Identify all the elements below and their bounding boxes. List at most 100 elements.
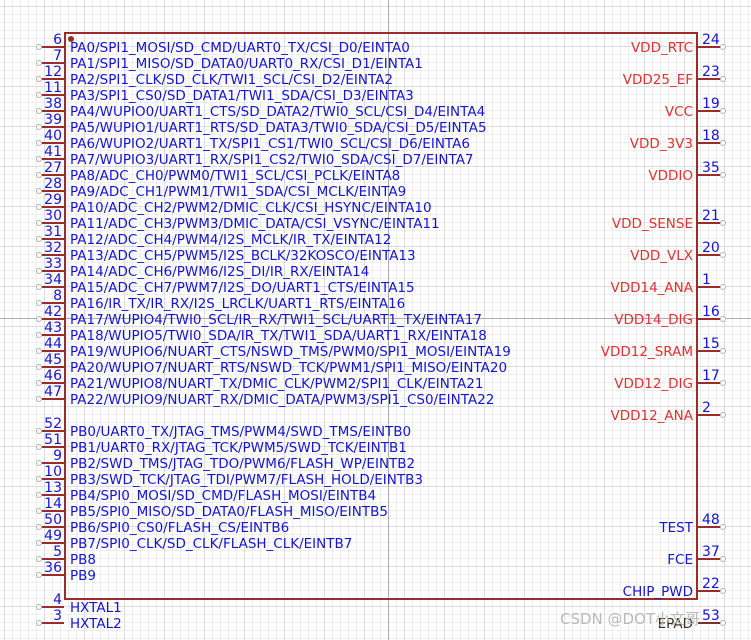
pin-endpoint[interactable] xyxy=(720,140,726,146)
pin-label: PB0/UART0_TX/JTAG_TMS/PWM4/SWD_TMS/EINTB… xyxy=(70,424,412,440)
pin-number: 3 xyxy=(53,608,62,624)
pin-label: PA3/SPI1_CS0/SD_DATA1/TWI1_SDA/CSI_D3/EI… xyxy=(70,88,414,104)
pin-number: 22 xyxy=(702,576,720,592)
pin-label: PA2/SPI1_CLK/SD_CLK/TWI1_SCL/CSI_D2/EINT… xyxy=(70,72,393,88)
pin-number: 20 xyxy=(702,240,720,256)
pin-label: PA16/IR_TX/IR_RX/I2S_LRCLK/UART1_RTS/EIN… xyxy=(70,296,406,312)
pin-endpoint[interactable] xyxy=(720,172,726,178)
pin-endpoint[interactable] xyxy=(720,556,726,562)
pin-label: VDD_RTC xyxy=(630,40,693,56)
pin-number: 6 xyxy=(53,32,62,48)
pin-number: 4 xyxy=(53,592,62,608)
pin-label: PB2/SWD_TMS/JTAG_TDO/PWM6/FLASH_WP/EINTB… xyxy=(70,456,416,472)
pin-label: PA13/ADC_CH5/PWM5/I2S_BCLK/32KOSCO/EINTA… xyxy=(70,248,416,264)
pin-label: VDD_SENSE xyxy=(611,216,693,232)
pin-endpoint[interactable] xyxy=(720,348,726,354)
pin-number: 27 xyxy=(44,160,62,176)
pin-endpoint[interactable] xyxy=(720,412,726,418)
pin-label: PA11/ADC_CH3/PWM3/DMIC_DATA/CSI_VSYNC/EI… xyxy=(70,216,440,232)
pin-number: 35 xyxy=(702,160,720,176)
pin-number: 52 xyxy=(44,416,62,432)
pin-label: VDD14_DIG xyxy=(614,312,693,328)
pin-label: VDD_VLX xyxy=(630,248,693,264)
pin-number: 45 xyxy=(44,352,62,368)
pin-label: PA20/WUPIO7/NUART_RTS/NSWD_TCK/PWM1/SPI1… xyxy=(70,360,508,376)
pin-number: 24 xyxy=(702,32,720,48)
pin-label: PB6/SPI0_CS0/FLASH_CS/EINTB6 xyxy=(70,520,290,536)
pin-label: PA12/ADC_CH4/PWM4/I2S_MCLK/IR_TX/EINTA12 xyxy=(70,232,392,248)
pin-endpoint[interactable] xyxy=(720,284,726,290)
pin-label: PA1/SPI1_MISO/SD_DATA0/UART0_RX/CSI_D1/E… xyxy=(70,56,423,72)
pin-label: PA18/WUPIO5/TWI0_SDA/IR_TX/TWI1_SDA/UART… xyxy=(70,328,487,344)
pin-label: PA19/WUPIO6/NUART_CTS/NSWD_TMS/PWM0/SPI1… xyxy=(70,344,511,360)
pin-label: PB8 xyxy=(70,552,96,568)
pin-number: 37 xyxy=(702,544,720,560)
schematic-canvas: 6 PA0/SPI1_MOSI/SD_CMD/UART0_TX/CSI_D0/EI… xyxy=(0,0,751,640)
pin-number: 8 xyxy=(53,288,62,304)
pin-number: 34 xyxy=(44,272,62,288)
pin-number: 53 xyxy=(702,608,720,624)
pin-label: PA17/WUPIO4/TWI0_SCL/IR_RX/TWI1_SCL/UART… xyxy=(70,312,482,328)
pin-label: TEST xyxy=(659,520,693,536)
pin-endpoint[interactable] xyxy=(720,316,726,322)
pin-endpoint[interactable] xyxy=(720,380,726,386)
pin-number: 10 xyxy=(44,464,62,480)
pin-label: VDD_3V3 xyxy=(629,136,693,152)
pin-number: 21 xyxy=(702,208,720,224)
pin-label: PB4/SPI0_MOSI/SD_CMD/FLASH_MOSI/EINTB4 xyxy=(70,488,377,504)
pin-number: 38 xyxy=(44,96,62,112)
pin-number: 48 xyxy=(702,512,720,528)
pin-endpoint[interactable] xyxy=(720,108,726,114)
pin-number: 41 xyxy=(44,144,62,160)
pin-number: 47 xyxy=(44,384,62,400)
pin-label: PA6/WUPIO2/UART1_TX/SPI1_CS1/TWI0_SCL/CS… xyxy=(70,136,470,152)
pin-number: 14 xyxy=(44,496,62,512)
pin-number: 1 xyxy=(702,272,711,288)
pin-endpoint[interactable] xyxy=(720,588,726,594)
pin-endpoint[interactable] xyxy=(720,252,726,258)
pin-number: 28 xyxy=(44,176,62,192)
pin-label: VDD14_ANA xyxy=(610,280,693,296)
pin-label: FCE xyxy=(667,552,693,568)
pin-label: HXTAL2 xyxy=(70,616,122,632)
pin-number: 15 xyxy=(702,336,720,352)
pin-number: 17 xyxy=(702,368,720,384)
pin-number: 42 xyxy=(44,304,62,320)
pin-label: PA21/WUPIO8/NUART_TX/DMIC_CLK/PWM2/SPI1_… xyxy=(70,376,484,392)
pin-number: 5 xyxy=(53,544,62,560)
pin-number: 18 xyxy=(702,128,720,144)
pin-label: PA22/WUPIO9/NUART_RX/DMIC_DATA/PWM3/SPI1… xyxy=(70,392,495,408)
pin-number: 36 xyxy=(44,560,62,576)
pin-label: VDD12_DIG xyxy=(614,376,693,392)
pin-label: PB3/SWD_TCK/JTAG_TDI/PWM7/FLASH_HOLD/EIN… xyxy=(70,472,423,488)
pin-label: VDD12_ANA xyxy=(610,408,693,424)
pin-endpoint[interactable] xyxy=(720,44,726,50)
pin-endpoint[interactable] xyxy=(720,76,726,82)
pin-label: CHIP_PWD xyxy=(622,584,693,600)
pin-label: HXTAL1 xyxy=(70,600,122,616)
pin-endpoint[interactable] xyxy=(720,524,726,530)
pin-number: 33 xyxy=(44,256,62,272)
pin-label: VDD25_EF xyxy=(622,72,693,88)
pin-number: 7 xyxy=(53,48,62,64)
pin-label: PA10/ADC_CH2/PWM2/DMIC_CLK/CSI_HSYNC/EIN… xyxy=(70,200,432,216)
pin-label: VDD12_SRAM xyxy=(600,344,693,360)
pin-number: 30 xyxy=(44,208,62,224)
pin-label: PB9 xyxy=(70,568,96,584)
pin-number: 44 xyxy=(44,336,62,352)
pin-label: PB1/UART0_RX/JTAG_TCK/PWM5/SWD_TCK/EINTB… xyxy=(70,440,407,456)
pin-number: 50 xyxy=(44,512,62,528)
pin-number: 46 xyxy=(44,368,62,384)
pin-endpoint[interactable] xyxy=(720,620,726,626)
pin-endpoint[interactable] xyxy=(720,220,726,226)
pin-label: PA9/ADC_CH1/PWM1/TWI1_SDA/CSI_MCLK/EINTA… xyxy=(70,184,407,200)
pin-label: PB7/SPI0_CLK/SD_CLK/FLASH_CLK/EINTB7 xyxy=(70,536,353,552)
pin-number: 11 xyxy=(44,80,62,96)
pin-label: VDDIO xyxy=(648,168,693,184)
pin-number: 31 xyxy=(44,224,62,240)
pin-label: PB5/SPI0_MISO/SD_DATA0/FLASH_MISO/EINTB5 xyxy=(70,504,388,520)
pin-number: 9 xyxy=(53,448,62,464)
pin-label: PA7/WUPIO3/UART1_RX/SPI1_CS2/TWI0_SDA/CS… xyxy=(70,152,474,168)
pin-number: 12 xyxy=(44,64,62,80)
watermark-text: CSDN @DOT小文哥 xyxy=(560,610,701,628)
